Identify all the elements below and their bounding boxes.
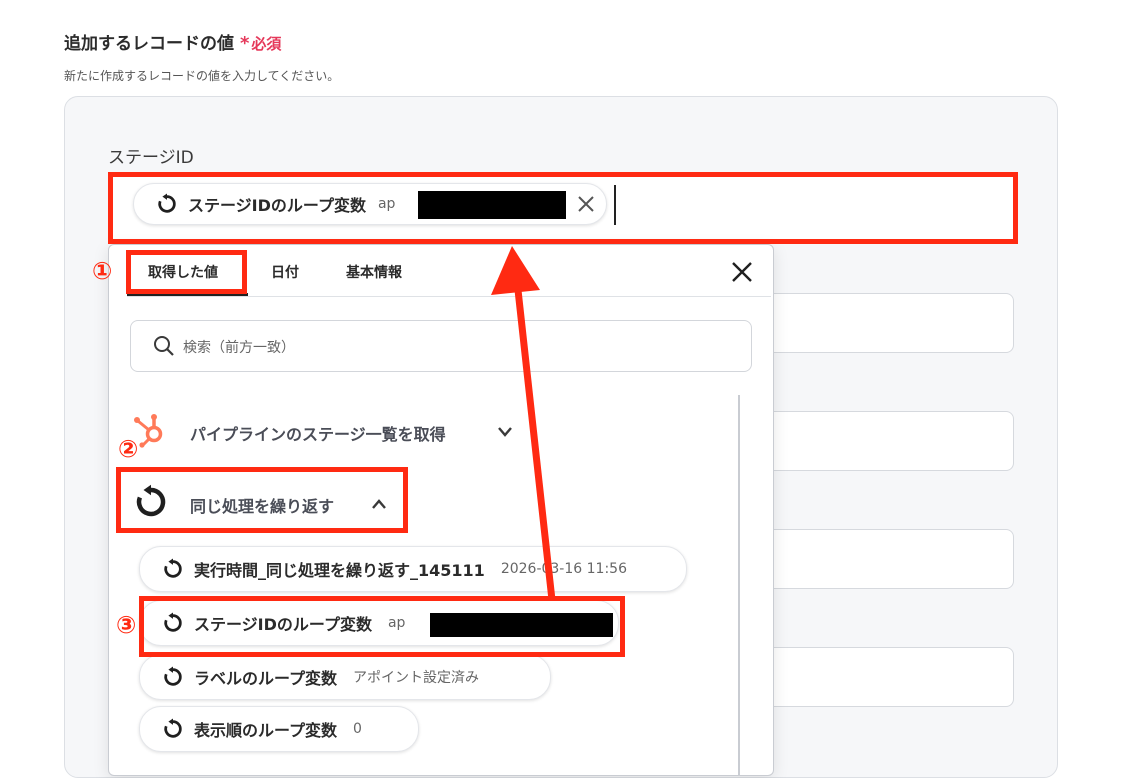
record-field-input-2[interactable] (760, 293, 1014, 353)
section-description: 新たに作成するレコードの値を入力してください。 (64, 69, 340, 83)
close-icon[interactable] (727, 257, 757, 287)
group-loop[interactable]: 同じ処理を繰り返す (190, 493, 334, 517)
loop-icon (164, 666, 182, 686)
text-cursor (614, 185, 616, 225)
scrollbar[interactable] (738, 395, 740, 775)
item-label: 実行時間_同じ処理を繰り返す_145111 (194, 561, 485, 580)
loop-icon (158, 193, 176, 213)
required-star: * (240, 33, 250, 54)
chevron-up-icon[interactable] (371, 498, 387, 510)
record-field-input-5[interactable] (760, 647, 1014, 707)
item-label: ステージIDのループ変数 (194, 615, 372, 634)
tab-divider (127, 296, 771, 297)
required-label: 必須 (251, 35, 282, 53)
list-item[interactable]: 実行時間_同じ処理を繰り返す_145111 2026-03-16 11:56 (139, 546, 687, 592)
record-field-input-3[interactable] (760, 411, 1014, 471)
list-item[interactable]: ラベルのループ変数 アポイント設定済み (139, 654, 551, 700)
search-input[interactable]: 検索（前方一致） (130, 320, 752, 372)
chevron-down-icon[interactable] (497, 426, 513, 438)
section-title: 追加するレコードの値 * 必須 (64, 29, 281, 54)
annotation-step-3: ③ (116, 611, 137, 639)
search-placeholder: 検索（前方一致） (183, 340, 295, 356)
section-title-text: 追加するレコードの値 (64, 34, 234, 54)
redacted-value (430, 613, 613, 637)
loop-icon (164, 612, 182, 632)
loop-icon (136, 484, 166, 517)
loop-icon (164, 558, 182, 578)
item-value: ap (387, 615, 406, 631)
stage-id-label: ステージID (108, 148, 194, 168)
item-value: 0 (353, 721, 362, 737)
item-label: ラベルのループ変数 (194, 669, 338, 688)
chip-remove-icon[interactable] (577, 195, 595, 213)
annotation-step-1: ① (92, 257, 113, 285)
group-hubspot-stages[interactable]: パイプラインのステージ一覧を取得 (190, 421, 446, 445)
chip-label: ステージIDのループ変数 (188, 196, 366, 215)
list-item[interactable]: 表示順のループ変数 0 (139, 706, 419, 752)
search-icon (154, 336, 174, 356)
item-value: 2026-03-16 11:56 (500, 561, 627, 577)
tab-date[interactable]: 日付 (271, 262, 299, 282)
item-label: 表示順のループ変数 (194, 721, 338, 740)
chip-value: ap (377, 196, 396, 212)
annotation-step-2: ② (118, 435, 139, 463)
tab-basic-info[interactable]: 基本情報 (346, 262, 402, 282)
item-value: アポイント設定済み (353, 670, 480, 686)
tab-acquired-values[interactable]: 取得した値 (148, 262, 218, 282)
redacted-value (418, 191, 566, 219)
loop-icon (164, 718, 182, 738)
record-field-input-4[interactable] (760, 529, 1014, 589)
